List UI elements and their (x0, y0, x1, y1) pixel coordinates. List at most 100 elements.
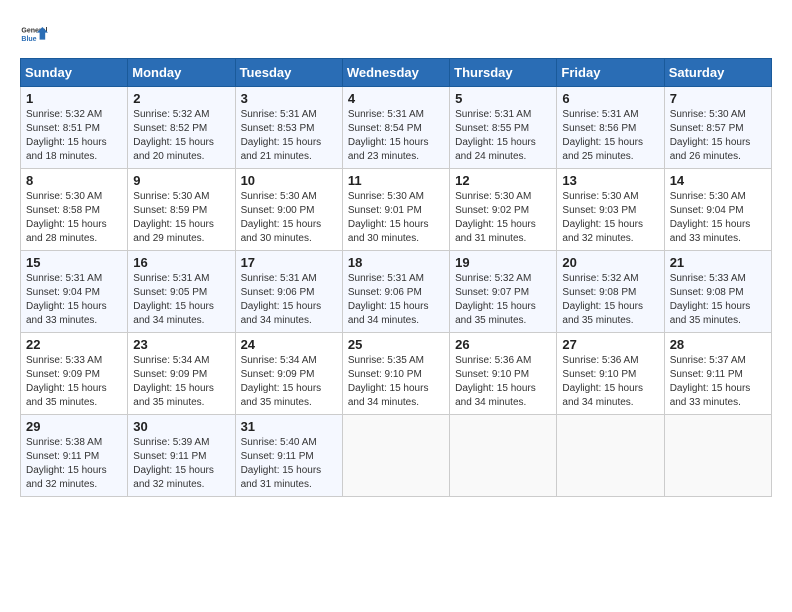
calendar-cell (450, 415, 557, 497)
calendar-cell: 9Sunrise: 5:30 AMSunset: 8:59 PMDaylight… (128, 169, 235, 251)
calendar-cell: 31 Sunrise: 5:40 AMSunset: 9:11 PMDayligh… (235, 415, 342, 497)
day-number: 5 (455, 91, 551, 106)
svg-text:Blue: Blue (21, 36, 36, 43)
calendar-week-5: 29 Sunrise: 5:38 AMSunset: 9:11 PMDayligh… (21, 415, 772, 497)
day-number: 17 (241, 255, 337, 270)
day-info: Sunrise: 5:30 AMSunset: 8:57 PMDaylight:… (670, 108, 766, 164)
calendar-cell: 3 Sunrise: 5:31 AMSunset: 8:53 PMDaylight… (235, 87, 342, 169)
calendar-table: SundayMondayTuesdayWednesdayThursdayFrid… (20, 58, 772, 497)
day-info: Sunrise: 5:31 AMSunset: 8:55 PMDaylight:… (455, 108, 551, 164)
day-info: Sunrise: 5:31 AMSunset: 9:05 PMDaylight:… (133, 272, 229, 328)
day-number: 30 (133, 419, 229, 434)
calendar-cell (342, 415, 449, 497)
day-info: Sunrise: 5:30 AMSunset: 9:00 PMDaylight:… (241, 190, 337, 246)
day-number: 20 (562, 255, 658, 270)
calendar-cell: 29 Sunrise: 5:38 AMSunset: 9:11 PMDayligh… (21, 415, 128, 497)
day-info: Sunrise: 5:30 AMSunset: 8:59 PMDaylight:… (133, 190, 229, 246)
day-info: Sunrise: 5:30 AMSunset: 9:01 PMDaylight:… (348, 190, 444, 246)
calendar-week-1: 1 Sunrise: 5:32 AMSunset: 8:51 PMDaylight… (21, 87, 772, 169)
weekday-header-sunday: Sunday (21, 59, 128, 87)
day-info: Sunrise: 5:32 AMSunset: 9:07 PMDaylight:… (455, 272, 551, 328)
calendar-week-4: 22 Sunrise: 5:33 AMSunset: 9:09 PMDayligh… (21, 333, 772, 415)
calendar-cell: 12 Sunrise: 5:30 AMSunset: 9:02 PMDayligh… (450, 169, 557, 251)
day-info: Sunrise: 5:31 AMSunset: 9:06 PMDaylight:… (348, 272, 444, 328)
day-info: Sunrise: 5:36 AMSunset: 9:10 PMDaylight:… (455, 354, 551, 410)
day-info: Sunrise: 5:34 AMSunset: 9:09 PMDaylight:… (133, 354, 229, 410)
weekday-header-saturday: Saturday (664, 59, 771, 87)
day-info: Sunrise: 5:31 AMSunset: 8:54 PMDaylight:… (348, 108, 444, 164)
day-number: 13 (562, 173, 658, 188)
day-info: Sunrise: 5:32 AMSunset: 8:52 PMDaylight:… (133, 108, 229, 164)
day-number: 19 (455, 255, 551, 270)
calendar-cell: 1 Sunrise: 5:32 AMSunset: 8:51 PMDaylight… (21, 87, 128, 169)
day-number: 29 (26, 419, 122, 434)
calendar-cell: 7 Sunrise: 5:30 AMSunset: 8:57 PMDaylight… (664, 87, 771, 169)
calendar-cell: 10 Sunrise: 5:30 AMSunset: 9:00 PMDayligh… (235, 169, 342, 251)
calendar-cell (557, 415, 664, 497)
day-number: 3 (241, 91, 337, 106)
day-number: 21 (670, 255, 766, 270)
day-number: 4 (348, 91, 444, 106)
day-info: Sunrise: 5:31 AMSunset: 8:56 PMDaylight:… (562, 108, 658, 164)
day-number: 1 (26, 91, 122, 106)
weekday-header-tuesday: Tuesday (235, 59, 342, 87)
calendar-cell (664, 415, 771, 497)
day-info: Sunrise: 5:31 AMSunset: 9:04 PMDaylight:… (26, 272, 122, 328)
day-number: 28 (670, 337, 766, 352)
day-number: 12 (455, 173, 551, 188)
day-info: Sunrise: 5:39 AMSunset: 9:11 PMDaylight:… (133, 436, 229, 492)
day-info: Sunrise: 5:30 AMSunset: 9:03 PMDaylight:… (562, 190, 658, 246)
calendar-cell: 24 Sunrise: 5:34 AMSunset: 9:09 PMDayligh… (235, 333, 342, 415)
day-info: Sunrise: 5:30 AMSunset: 9:04 PMDaylight:… (670, 190, 766, 246)
calendar-cell: 15 Sunrise: 5:31 AMSunset: 9:04 PMDayligh… (21, 251, 128, 333)
calendar-cell: 13 Sunrise: 5:30 AMSunset: 9:03 PMDayligh… (557, 169, 664, 251)
day-number: 23 (133, 337, 229, 352)
calendar-cell: 30 Sunrise: 5:39 AMSunset: 9:11 PMDayligh… (128, 415, 235, 497)
calendar-cell: 22 Sunrise: 5:33 AMSunset: 9:09 PMDayligh… (21, 333, 128, 415)
calendar-cell: 5 Sunrise: 5:31 AMSunset: 8:55 PMDaylight… (450, 87, 557, 169)
day-number: 25 (348, 337, 444, 352)
calendar-cell: 23 Sunrise: 5:34 AMSunset: 9:09 PMDayligh… (128, 333, 235, 415)
day-number: 7 (670, 91, 766, 106)
calendar-cell: 20 Sunrise: 5:32 AMSunset: 9:08 PMDayligh… (557, 251, 664, 333)
day-number: 15 (26, 255, 122, 270)
day-number: 6 (562, 91, 658, 106)
calendar-cell: 6 Sunrise: 5:31 AMSunset: 8:56 PMDaylight… (557, 87, 664, 169)
day-info: Sunrise: 5:36 AMSunset: 9:10 PMDaylight:… (562, 354, 658, 410)
calendar-week-3: 15 Sunrise: 5:31 AMSunset: 9:04 PMDayligh… (21, 251, 772, 333)
calendar-cell: 27Sunrise: 5:36 AMSunset: 9:10 PMDayligh… (557, 333, 664, 415)
day-info: Sunrise: 5:30 AMSunset: 8:58 PMDaylight:… (26, 190, 122, 246)
day-info: Sunrise: 5:35 AMSunset: 9:10 PMDaylight:… (348, 354, 444, 410)
day-number: 14 (670, 173, 766, 188)
calendar-cell: 11Sunrise: 5:30 AMSunset: 9:01 PMDayligh… (342, 169, 449, 251)
day-info: Sunrise: 5:34 AMSunset: 9:09 PMDaylight:… (241, 354, 337, 410)
day-info: Sunrise: 5:38 AMSunset: 9:11 PMDaylight:… (26, 436, 122, 492)
calendar-cell: 16 Sunrise: 5:31 AMSunset: 9:05 PMDayligh… (128, 251, 235, 333)
calendar-cell: 17Sunrise: 5:31 AMSunset: 9:06 PMDayligh… (235, 251, 342, 333)
day-number: 10 (241, 173, 337, 188)
calendar-cell: 14 Sunrise: 5:30 AMSunset: 9:04 PMDayligh… (664, 169, 771, 251)
calendar-cell: 28Sunrise: 5:37 AMSunset: 9:11 PMDayligh… (664, 333, 771, 415)
calendar-cell: 18 Sunrise: 5:31 AMSunset: 9:06 PMDayligh… (342, 251, 449, 333)
day-number: 26 (455, 337, 551, 352)
day-number: 24 (241, 337, 337, 352)
day-info: Sunrise: 5:40 AMSunset: 9:11 PMDaylight:… (241, 436, 337, 492)
day-info: Sunrise: 5:32 AMSunset: 8:51 PMDaylight:… (26, 108, 122, 164)
logo: General Blue (20, 20, 52, 48)
calendar-cell: 2Sunrise: 5:32 AMSunset: 8:52 PMDaylight… (128, 87, 235, 169)
weekday-header-row: SundayMondayTuesdayWednesdayThursdayFrid… (21, 59, 772, 87)
calendar-cell: 19 Sunrise: 5:32 AMSunset: 9:07 PMDayligh… (450, 251, 557, 333)
day-info: Sunrise: 5:33 AMSunset: 9:09 PMDaylight:… (26, 354, 122, 410)
day-number: 31 (241, 419, 337, 434)
day-info: Sunrise: 5:30 AMSunset: 9:02 PMDaylight:… (455, 190, 551, 246)
calendar-cell: 25 Sunrise: 5:35 AMSunset: 9:10 PMDayligh… (342, 333, 449, 415)
day-number: 16 (133, 255, 229, 270)
calendar-cell: 8Sunrise: 5:30 AMSunset: 8:58 PMDaylight… (21, 169, 128, 251)
day-number: 18 (348, 255, 444, 270)
day-number: 22 (26, 337, 122, 352)
day-info: Sunrise: 5:33 AMSunset: 9:08 PMDaylight:… (670, 272, 766, 328)
day-info: Sunrise: 5:32 AMSunset: 9:08 PMDaylight:… (562, 272, 658, 328)
day-info: Sunrise: 5:31 AMSunset: 8:53 PMDaylight:… (241, 108, 337, 164)
weekday-header-wednesday: Wednesday (342, 59, 449, 87)
weekday-header-friday: Friday (557, 59, 664, 87)
